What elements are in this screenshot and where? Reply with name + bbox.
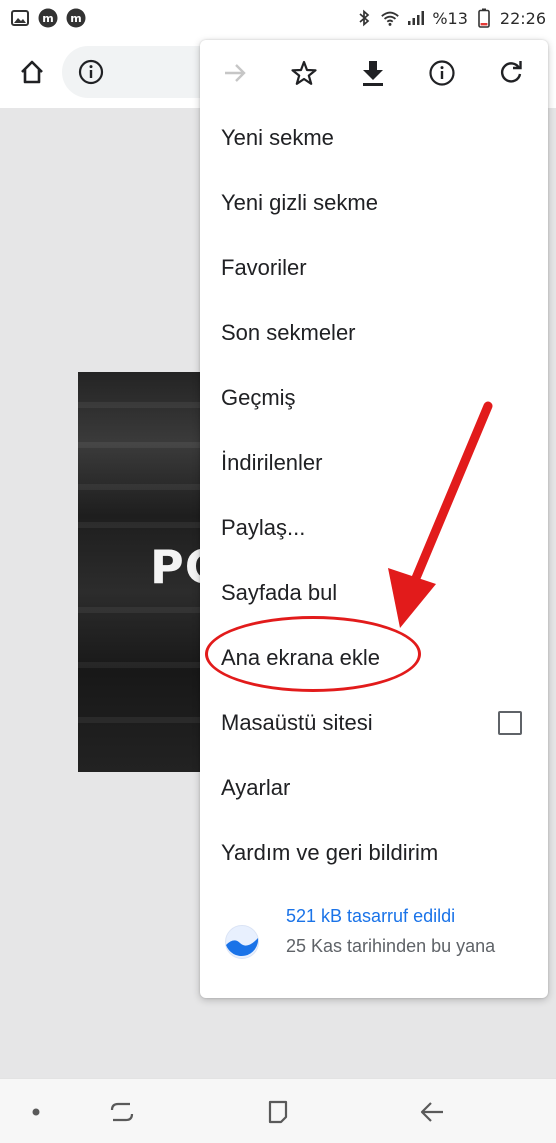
clock: 22:26	[499, 8, 546, 28]
svg-text:m: m	[42, 12, 53, 25]
home-icon	[21, 60, 43, 84]
forward-button[interactable]	[220, 58, 250, 88]
menu-item-label: Sayfada bul	[221, 580, 338, 605]
back-button[interactable]	[416, 1097, 448, 1127]
download-button[interactable]	[358, 58, 388, 88]
gallery-icon	[10, 8, 30, 28]
m-app-icon: m	[66, 8, 86, 28]
status-right: %13 22:26	[354, 8, 546, 28]
dot-icon	[32, 1108, 40, 1116]
wifi-icon	[380, 8, 400, 28]
star-icon	[291, 60, 317, 85]
menu-item-new-tab[interactable]: Yeni sekme	[200, 106, 548, 170]
info-icon[interactable]	[78, 59, 104, 85]
menu-item-label: Masaüstü sitesi	[221, 710, 373, 735]
menu-item-label: İndirilenler	[221, 450, 323, 475]
menu-item-desktop-site[interactable]: Masaüstü sitesi	[200, 691, 548, 755]
menu-item-new-incognito-tab[interactable]: Yeni gizli sekme	[200, 171, 548, 235]
menu-item-find-in-page[interactable]: Sayfada bul	[200, 561, 548, 625]
recent-apps-icon	[110, 1102, 134, 1122]
menu-item-downloads[interactable]: İndirilenler	[200, 431, 548, 495]
recent-apps-button[interactable]	[106, 1097, 138, 1127]
overflow-menu: Yeni sekme Yeni gizli sekme Favoriler So…	[200, 40, 548, 998]
home-nav-button[interactable]	[262, 1097, 294, 1127]
home-button[interactable]	[14, 54, 50, 90]
data-saver-title: 521 kB tasarruf edildi	[286, 906, 456, 926]
menu-item-help-feedback[interactable]: Yardım ve geri bildirim	[200, 821, 548, 885]
nav-dot-button[interactable]	[20, 1097, 52, 1127]
menu-item-settings[interactable]: Ayarlar	[200, 756, 548, 820]
battery-percent: %13	[432, 8, 468, 28]
battery-icon	[474, 8, 494, 28]
menu-item-label: Son sekmeler	[221, 320, 356, 345]
menu-item-recent-tabs[interactable]: Son sekmeler	[200, 301, 548, 365]
menu-item-bookmarks[interactable]: Favoriler	[200, 236, 548, 300]
forward-icon	[225, 64, 246, 82]
info-icon	[429, 60, 455, 86]
menu-icon-row	[200, 40, 548, 106]
data-saver-summary[interactable]: 521 kB tasarruf edildi 25 Kas tarihinden…	[200, 898, 548, 988]
download-icon	[363, 61, 383, 86]
refresh-button[interactable]	[496, 58, 526, 88]
menu-item-label: Yeni gizli sekme	[221, 190, 378, 215]
refresh-icon	[500, 61, 522, 83]
menu-item-label: Yeni sekme	[221, 125, 334, 150]
status-left: m m	[10, 8, 86, 28]
m-app-icon: m	[38, 8, 58, 28]
phone-screen: m m %13 22:26 PC Yeni sekme Yeni gizli s…	[0, 0, 556, 1143]
home-square-icon	[268, 1100, 288, 1124]
data-saver-icon	[225, 925, 259, 959]
page-info-button[interactable]	[427, 58, 457, 88]
status-bar: m m %13 22:26	[0, 0, 556, 36]
bluetooth-icon	[354, 8, 374, 28]
back-arrow-icon	[420, 1102, 443, 1122]
navigation-bar	[0, 1078, 556, 1143]
menu-item-add-to-home-screen[interactable]: Ana ekrana ekle	[200, 626, 548, 690]
data-saver-subtitle: 25 Kas tarihinden bu yana	[286, 936, 496, 956]
menu-item-label: Favoriler	[221, 255, 307, 280]
desktop-site-checkbox[interactable]	[498, 711, 522, 735]
menu-item-label: Ayarlar	[221, 775, 291, 800]
menu-item-share[interactable]: Paylaş...	[200, 496, 548, 560]
signal-icon	[406, 8, 426, 28]
bookmark-button[interactable]	[289, 58, 319, 88]
menu-item-label: Geçmiş	[221, 385, 296, 410]
menu-item-label: Paylaş...	[221, 515, 306, 540]
menu-item-label: Ana ekrana ekle	[221, 645, 380, 670]
menu-item-history[interactable]: Geçmiş	[200, 366, 548, 430]
menu-item-label: Yardım ve geri bildirim	[221, 840, 439, 865]
svg-text:m: m	[70, 12, 81, 25]
